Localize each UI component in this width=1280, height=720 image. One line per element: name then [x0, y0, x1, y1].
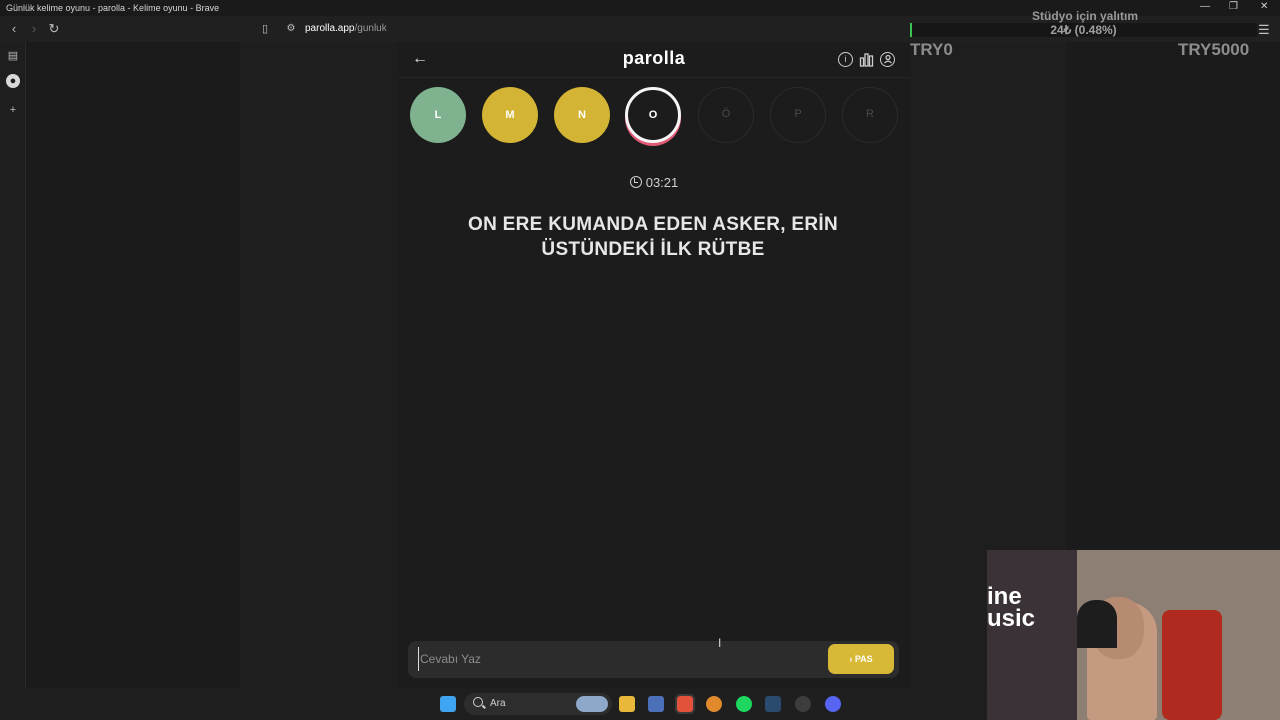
- donation-goal-title: Stüdyo için yalıtım: [1032, 9, 1139, 23]
- clock-icon: [629, 176, 642, 188]
- browser-menu-icon[interactable]: ☰: [1258, 22, 1270, 38]
- webcam-feed: ine usic: [987, 550, 1280, 720]
- answer-bar: [408, 641, 899, 678]
- donation-goal-bar: 24₺ (0.48%): [910, 23, 1257, 37]
- back-nav-icon[interactable]: ‹: [5, 20, 23, 38]
- active-tab-icon[interactable]: ●: [6, 74, 20, 88]
- letter-circle-p: P: [770, 87, 826, 143]
- brave-icon[interactable]: [675, 694, 695, 714]
- gaming-chair: [1162, 610, 1222, 720]
- profile-icon[interactable]: [880, 52, 895, 67]
- letter-circle-o-umlaut: Ö: [698, 87, 754, 143]
- reload-icon[interactable]: ↻: [45, 20, 63, 38]
- answer-input[interactable]: [418, 647, 818, 671]
- fl-studio-icon[interactable]: [706, 696, 722, 712]
- spotify-icon[interactable]: [736, 696, 752, 712]
- headphones: [1077, 600, 1117, 648]
- steam-icon[interactable]: [765, 696, 781, 712]
- search-label: Ara: [490, 698, 506, 709]
- letter-circle-o-current: O: [625, 87, 681, 143]
- close-button[interactable]: ✕: [1260, 1, 1268, 12]
- minimize-button[interactable]: —: [1200, 1, 1210, 12]
- info-icon[interactable]: i: [838, 52, 853, 67]
- webcam-wall: [987, 550, 1077, 720]
- browser-side-panel: ▤ ● +: [0, 42, 26, 688]
- address-bar[interactable]: parolla.app/gunluk: [305, 23, 387, 34]
- letter-circle-l: L: [410, 87, 466, 143]
- chevron-right-icon: ›: [849, 654, 853, 664]
- bookmark-icon[interactable]: ▯: [256, 20, 274, 38]
- left-panel: [240, 42, 398, 688]
- store-icon[interactable]: [648, 696, 664, 712]
- back-arrow-icon[interactable]: ←: [412, 50, 428, 68]
- windows-start-icon[interactable]: [440, 696, 456, 712]
- text-cursor-icon: I: [718, 636, 722, 650]
- url-host: parolla.app: [305, 23, 355, 34]
- stats-icon[interactable]: [859, 52, 874, 67]
- neon-sign: ine usic: [987, 583, 1036, 632]
- sidebar-toggle-icon[interactable]: ▤: [5, 48, 21, 64]
- letter-circle-r: R: [842, 87, 898, 143]
- donation-goal-min: TRY0: [910, 40, 953, 59]
- site-info-icon[interactable]: ⚙: [282, 20, 300, 38]
- add-icon[interactable]: +: [5, 102, 21, 118]
- pass-label: PAS: [854, 654, 873, 664]
- timer-value: 03:21: [645, 175, 679, 190]
- search-icon: [473, 697, 483, 707]
- taskbar-search[interactable]: Ara: [464, 693, 612, 715]
- question-text: ON ERE KUMANDA EDEN ASKER, ERİN ÜSTÜNDEK…: [468, 214, 838, 260]
- file-explorer-icon[interactable]: [619, 696, 635, 712]
- pass-button[interactable]: › PAS: [828, 644, 894, 674]
- donation-goal-progress: 24₺ (0.48%): [1050, 23, 1117, 37]
- maximize-button[interactable]: ❐: [1229, 1, 1238, 12]
- app-logo: parolla: [622, 48, 686, 68]
- window-title: Günlük kelime oyunu - parolla - Kelime o…: [6, 3, 220, 13]
- search-highlight-icon: [576, 696, 608, 712]
- letter-circle-m: M: [482, 87, 538, 143]
- donation-goal-max: TRY5000: [1178, 40, 1250, 59]
- timer: 03:21: [598, 175, 710, 190]
- letter-circle-n: N: [554, 87, 610, 143]
- obs-icon[interactable]: [795, 696, 811, 712]
- url-path: /gunluk: [354, 23, 387, 34]
- forward-nav-icon[interactable]: ›: [25, 20, 43, 38]
- discord-icon[interactable]: [825, 696, 841, 712]
